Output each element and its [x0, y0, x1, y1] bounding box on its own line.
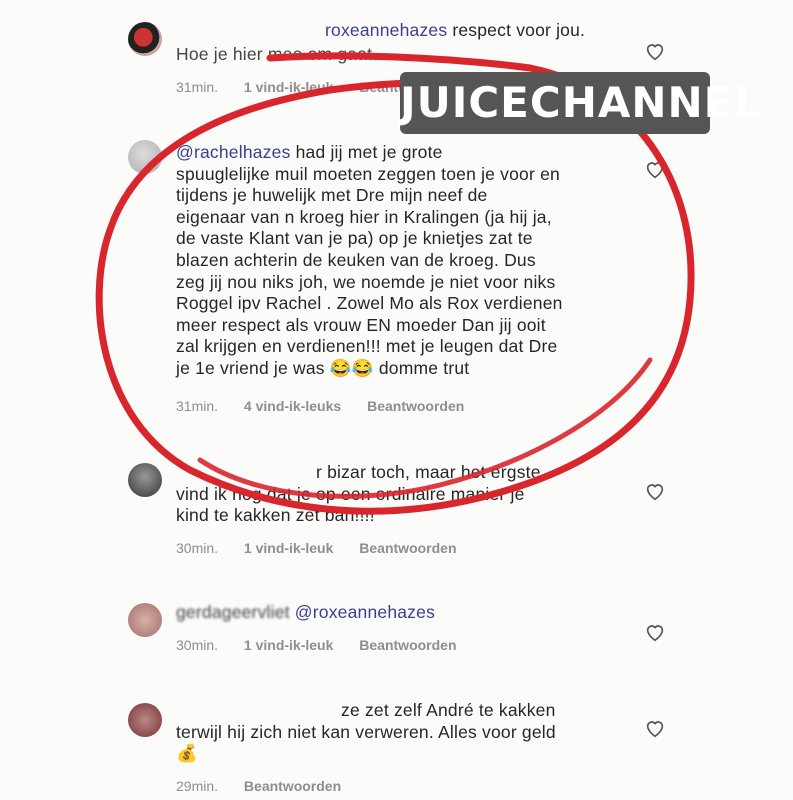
avatar[interactable] — [128, 603, 162, 637]
comment-line: vind ik nog dat je op een ordinaire mani… — [176, 483, 525, 504]
comment-line: eigenaar van n kroeg hier in Kralingen (… — [176, 206, 552, 227]
comment-line: spuuglelijke muil moeten zeggen toen je … — [176, 163, 560, 184]
avatar[interactable] — [128, 463, 162, 497]
comment-text: ze zet zelf André te kakken terwijl hij … — [176, 700, 646, 765]
comment-time: 30min. — [176, 540, 219, 556]
comment-text-line2: Hoe je hier mee om gaat. — [176, 44, 378, 64]
comment-time: 31min. — [176, 79, 219, 95]
comment-time: 29min. — [176, 778, 219, 794]
comment-line: meer respect als vrouw EN moeder Dan jij… — [176, 314, 546, 335]
comment-line: r bizar toch, maar het ergste — [316, 462, 541, 482]
reply-button[interactable]: Beantwoorden — [359, 540, 456, 556]
comment-line: had jij met je grote — [290, 142, 443, 162]
watermark-label: JUICECHANNEL — [400, 72, 760, 134]
comment-likes[interactable]: 1 vind-ik-leuk — [244, 637, 333, 653]
comment-line: je 1e vriend je was 😂😂 domme trut — [176, 357, 470, 378]
comment-line: zal krijgen en verdienen!!! met je leuge… — [176, 336, 558, 357]
comment-line: de vaste Klant van je pa) op je knietjes… — [176, 228, 533, 249]
comment-meta: 31min. 4 vind-ik-leuks Beantwoorden — [176, 398, 486, 414]
comment-line: Roggel ipv Rachel . Zowel Mo als Rox ver… — [176, 293, 563, 314]
comment-line: zeg jij nou niks joh, we noemde je niet … — [176, 271, 556, 292]
comment-body: respect voor jou. — [447, 20, 586, 40]
comment-line: kind te kakken zet ban!!!! — [176, 505, 375, 526]
comment-mention[interactable]: @roxeannehazes — [295, 602, 435, 622]
reply-button[interactable]: Beantwoorden — [359, 637, 456, 653]
heart-icon[interactable] — [644, 158, 666, 180]
comment-line: terwijl hij zich niet kan verweren. Alle… — [176, 721, 556, 742]
comment-likes[interactable]: 1 vind-ik-leuk — [244, 540, 333, 556]
comment-line: ze zet zelf André te kakken — [341, 700, 556, 720]
reply-button[interactable]: Beantwoorden — [244, 778, 341, 794]
avatar[interactable] — [128, 703, 162, 737]
comment-line: tijdens je huwelijk met Dre mijn neef de — [176, 185, 488, 206]
comment-likes[interactable]: 4 vind-ik-leuks — [244, 398, 341, 414]
comment-time: 30min. — [176, 637, 219, 653]
comment-meta: 29min. Beantwoorden — [176, 778, 363, 794]
comment-text: roxeannehazes respect voor jou. — [325, 20, 585, 42]
comment-text: gerdageervliet @roxeannehazes — [176, 602, 435, 624]
reply-button[interactable]: Beantwoorden — [367, 398, 464, 414]
comment-line: blazen achterin de keuken van de kroeg. … — [176, 249, 536, 270]
heart-icon[interactable] — [644, 621, 666, 643]
heart-icon[interactable] — [644, 40, 666, 62]
comment-username[interactable]: roxeannehazes — [325, 20, 447, 40]
comment-meta: 30min. 1 vind-ik-leuk Beantwoorden — [176, 540, 479, 556]
comment-emoji: 💰 — [176, 743, 198, 764]
comment-time: 31min. — [176, 398, 219, 414]
comment-text: @rachelhazes had jij met je grote spuugl… — [176, 142, 646, 380]
avatar[interactable] — [128, 140, 162, 174]
heart-icon[interactable] — [644, 717, 666, 739]
heart-icon[interactable] — [644, 480, 666, 502]
comment-meta: 30min. 1 vind-ik-leuk Beantwoorden — [176, 637, 479, 653]
comment-mention[interactable]: @rachelhazes — [176, 142, 291, 162]
comment-username[interactable]: gerdageervliet — [176, 602, 290, 622]
avatar[interactable] — [128, 22, 162, 56]
comment-likes[interactable]: 1 vind-ik-leuk — [244, 79, 333, 95]
comment-text: r bizar toch, maar het ergste vind ik no… — [176, 462, 646, 527]
